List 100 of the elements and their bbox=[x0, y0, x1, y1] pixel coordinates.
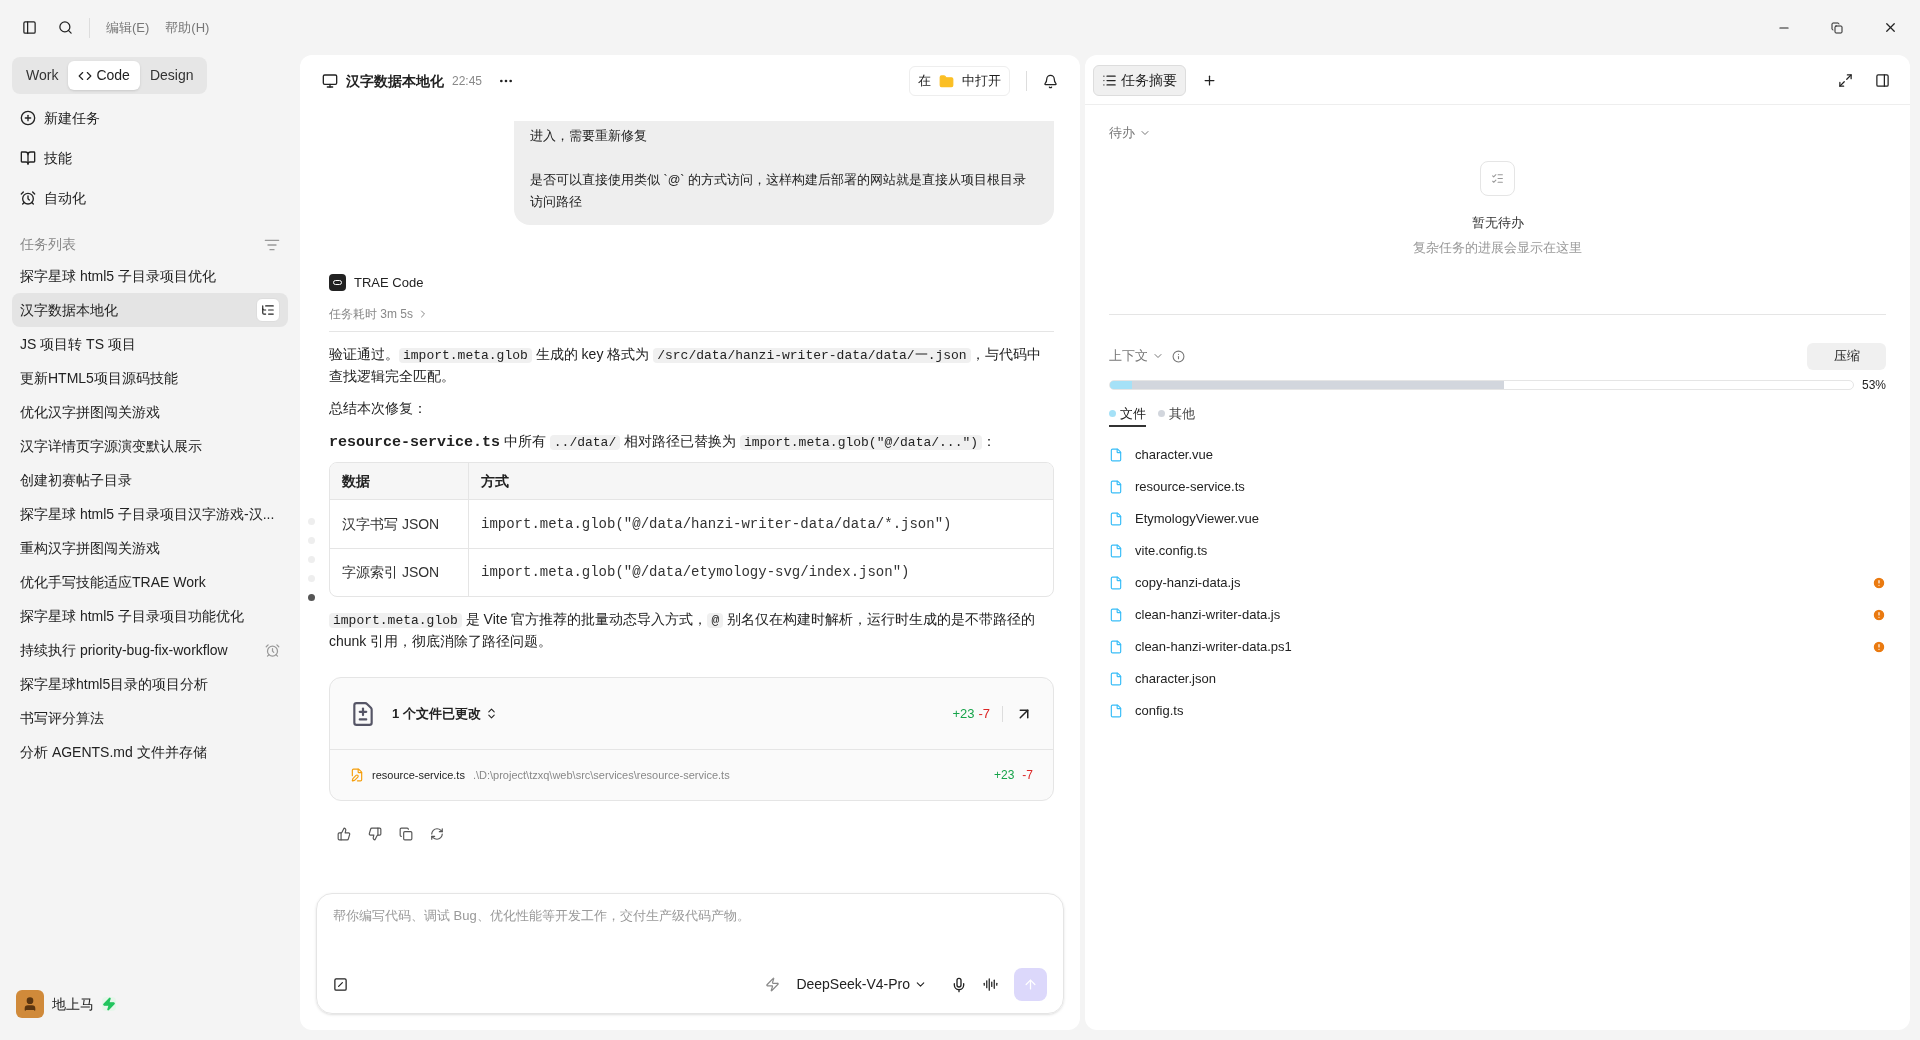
task-item[interactable]: 重构汉字拼图闯关游戏 bbox=[12, 531, 288, 565]
nav-item[interactable]: 新建任务 bbox=[12, 98, 288, 138]
file-icon bbox=[1109, 448, 1123, 462]
task-item[interactable]: 优化手写技能适应TRAE Work bbox=[12, 565, 288, 599]
close-icon[interactable] bbox=[1883, 20, 1898, 35]
scroll-marker[interactable] bbox=[307, 594, 315, 601]
file-icon bbox=[1109, 640, 1123, 654]
table-cell: 汉字书写 JSON bbox=[330, 500, 469, 548]
task-item[interactable]: 探字星球 html5 子目录项目汉字游戏-汉... bbox=[12, 497, 288, 531]
table-header: 数据 bbox=[330, 463, 469, 499]
mode-tab[interactable]: Work bbox=[16, 61, 69, 90]
section-title: 上下文 bbox=[1109, 347, 1148, 366]
task-item[interactable]: 探字星球 html5 子目录项目优化 bbox=[12, 259, 288, 293]
file-icon bbox=[1109, 512, 1123, 526]
retry-icon[interactable] bbox=[430, 827, 444, 841]
message-input[interactable]: 帮你编写代码、调试 Bug、优化性能等开发工作，交付生产级代码产物。 DeepSeek-V4-Pro bbox=[316, 893, 1064, 1014]
context-file[interactable]: clean-hanzi-writer-data.ps1 bbox=[1135, 637, 1292, 657]
nav-icon bbox=[20, 110, 36, 126]
task-item[interactable]: 持续执行 priority-bug-fix-workflow bbox=[12, 633, 288, 667]
task-item[interactable]: 优化汉字拼图闯关游戏 bbox=[12, 395, 288, 429]
search-icon[interactable] bbox=[58, 20, 73, 35]
task-item[interactable]: 汉字数据本地化 bbox=[12, 293, 288, 327]
add-tab-icon[interactable] bbox=[1202, 73, 1217, 88]
voice-icon[interactable] bbox=[983, 977, 998, 992]
table-cell-text: import.meta.glob("@/data/etymology-svg/index.json") bbox=[480, 563, 911, 582]
menu-item[interactable]: 编辑(E) bbox=[106, 17, 150, 38]
context-reading: 53% bbox=[1861, 376, 1886, 394]
nav-item[interactable]: 自动化 bbox=[12, 178, 288, 218]
warning-icon bbox=[1872, 608, 1886, 622]
context-file[interactable]: character.json bbox=[1135, 669, 1216, 689]
task-item[interactable]: 探字星球html5目录的项目分析 bbox=[12, 667, 288, 701]
thumbs-down-icon[interactable] bbox=[368, 827, 382, 841]
maximize-icon[interactable] bbox=[1838, 73, 1853, 88]
context-file[interactable]: vite.config.ts bbox=[1135, 541, 1208, 561]
nav-icon bbox=[20, 150, 36, 166]
checklist-icon bbox=[1480, 160, 1515, 196]
agent-name: TRAE Code bbox=[354, 274, 424, 292]
mode-tab[interactable]: Design bbox=[139, 61, 204, 90]
summary-tab[interactable]: 任务摘要 bbox=[1093, 65, 1186, 96]
nav-item[interactable]: 技能 bbox=[12, 138, 288, 178]
changed-file-row[interactable]: resource-service.ts .\D:\project\tzxq\web\src\services\resource-service.ts +23 -7 bbox=[330, 750, 1053, 800]
task-duration: 任务耗时 3m 5s bbox=[329, 305, 413, 323]
menu-item[interactable]: 帮助(H) bbox=[165, 17, 210, 38]
section-title: 待办 bbox=[1109, 124, 1135, 142]
empty-title: 暂无待办 bbox=[1471, 213, 1524, 232]
panel-icon[interactable] bbox=[1875, 73, 1890, 88]
task-item[interactable]: 创建初赛帖子目录 bbox=[12, 463, 288, 497]
alarm-icon bbox=[265, 642, 280, 658]
file-icon bbox=[1109, 608, 1123, 622]
legend-tab[interactable]: 其他 bbox=[1158, 403, 1195, 427]
thumbs-up-icon[interactable] bbox=[337, 827, 351, 841]
task-item[interactable]: 更新HTML5项目源码技能 bbox=[12, 361, 288, 395]
legend-tab[interactable]: 文件 bbox=[1109, 403, 1146, 427]
open-in-folder-button[interactable]: 在 中打开 bbox=[909, 66, 1010, 96]
user-message-bubble: 进入，需要重新修复 是否可以直接使用类似 `@` 的方式访问，这样构建后部署的网站就是直接从项目根目录访问路径 bbox=[514, 121, 1054, 225]
copy-icon[interactable] bbox=[399, 827, 413, 841]
context-file[interactable]: copy-hanzi-data.js bbox=[1135, 573, 1241, 593]
lightning-icon bbox=[102, 997, 116, 1011]
agent-icon bbox=[329, 274, 346, 292]
lightning-icon[interactable] bbox=[765, 977, 781, 992]
context-file[interactable]: character.vue bbox=[1135, 445, 1214, 465]
task-item[interactable]: 探字星球 html5 子目录项目功能优化 bbox=[12, 599, 288, 633]
changes-title: 1 个文件已更改 bbox=[392, 704, 481, 723]
context-file[interactable]: EtymologyViewer.vue bbox=[1135, 509, 1260, 529]
answer-paragraph: 验证通过。 import.meta.glob 生成的 key 格式为 /src/data/hanzi-writer-data/data/一.json ，与代码中查找逻辑完全匹配。 bbox=[329, 344, 1042, 386]
bell-icon[interactable] bbox=[1043, 73, 1058, 89]
task-item[interactable]: 汉字详情页字源演变默认展示 bbox=[12, 429, 288, 463]
task-item[interactable]: JS 项目转 TS 项目 bbox=[12, 327, 288, 361]
task-item[interactable]: 书写评分算法 bbox=[12, 701, 288, 735]
file-icon bbox=[1109, 480, 1123, 494]
table-header: 方式 bbox=[480, 471, 510, 491]
context-file[interactable]: resource-service.ts bbox=[1135, 477, 1245, 497]
tree-view-icon[interactable] bbox=[256, 298, 280, 322]
context-file[interactable]: config.ts bbox=[1135, 701, 1184, 721]
task-item[interactable]: 分析 AGENTS.md 文件并存储 bbox=[12, 735, 288, 769]
slash-command-icon[interactable] bbox=[333, 977, 348, 992]
restore-icon[interactable] bbox=[1831, 21, 1843, 34]
warning-icon bbox=[1872, 576, 1886, 590]
mode-tab[interactable]: Code bbox=[68, 61, 140, 90]
model-selector[interactable]: DeepSeek-V4-Pro bbox=[796, 974, 927, 995]
empty-hint: 复杂任务的进展会显示在这里 bbox=[1413, 239, 1582, 257]
file-icon bbox=[1109, 576, 1123, 590]
file-icon bbox=[1109, 544, 1123, 558]
folder-icon bbox=[939, 73, 954, 89]
info-icon[interactable] bbox=[1172, 349, 1185, 363]
table-cell: 字源索引 JSON bbox=[330, 549, 469, 596]
compress-button[interactable]: 压缩 bbox=[1807, 342, 1886, 370]
list-icon bbox=[1102, 73, 1117, 88]
microphone-icon[interactable] bbox=[951, 976, 967, 993]
answer-paragraph: resource-service.ts 中所有 ../data/ 相对路径已替换为 import.meta.glob("@/data/...") ： bbox=[329, 431, 998, 453]
context-file[interactable]: clean-hanzi-writer-data.js bbox=[1135, 605, 1281, 625]
section-title: 任务列表 bbox=[20, 235, 76, 254]
answer-paragraph: import.meta.glob 是 Vite 官方推荐的批量动态导入方式， @ 别名仅在构建时解析，运行时生成的是不带路径的 chunk 引用，彻底消除了路径问题。 bbox=[329, 610, 1037, 651]
file-edit-icon bbox=[350, 768, 364, 782]
prompt-field[interactable]: 帮你编写代码、调试 Bug、优化性能等开发工作，交付生产级代码产物。 bbox=[333, 906, 1047, 926]
file-icon bbox=[1109, 704, 1123, 718]
chat-time: 22:45 bbox=[452, 73, 483, 90]
avatar[interactable] bbox=[16, 990, 44, 1018]
removed-count: -7 bbox=[978, 704, 990, 723]
sidebar-toggle-icon[interactable] bbox=[22, 20, 37, 35]
